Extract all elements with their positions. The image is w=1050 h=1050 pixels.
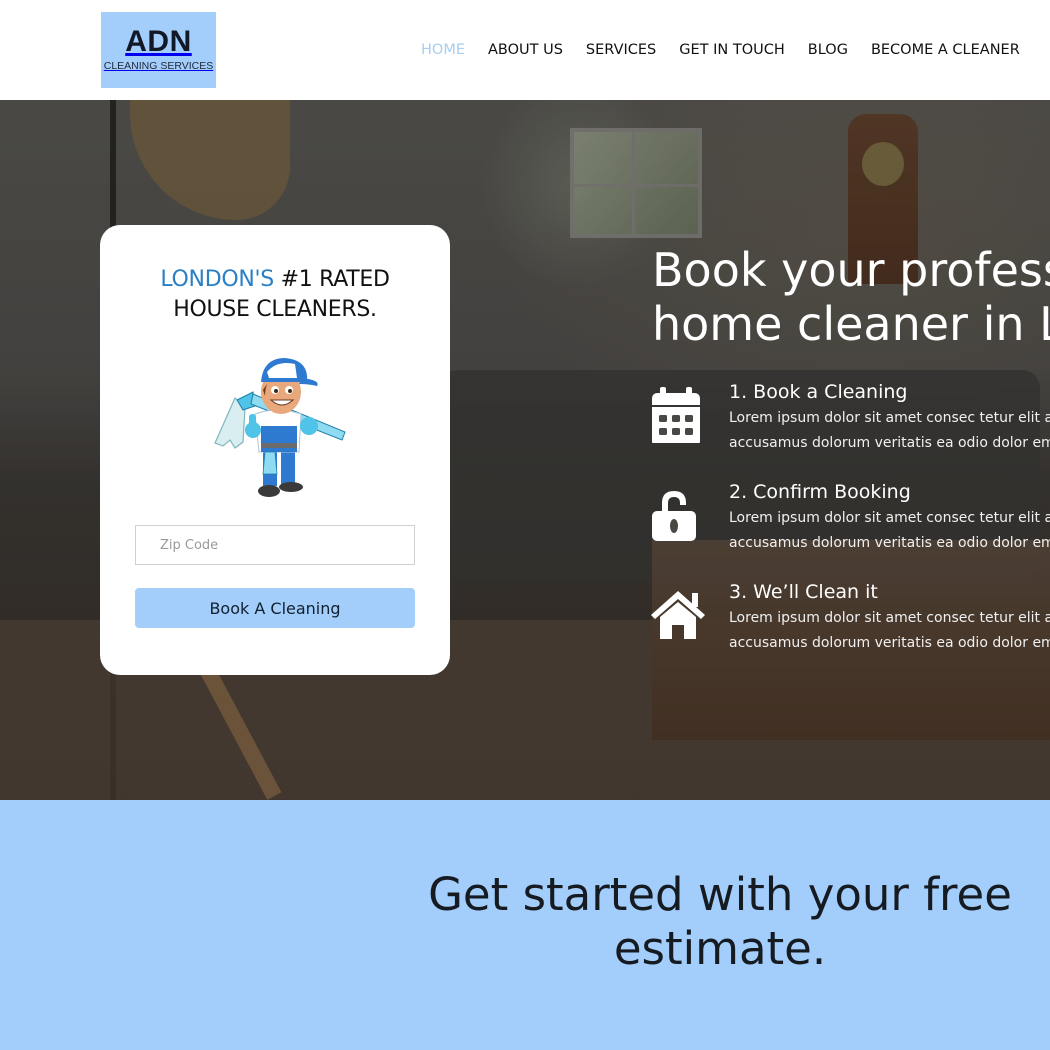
card-title-accent: LONDON'S [160, 267, 274, 292]
hero-heading-line2: home cleaner in London [652, 297, 1050, 351]
nav-item-about-us[interactable]: ABOUT US [488, 40, 563, 60]
free-estimate-heading: Get started with your free estimate. [380, 868, 1050, 976]
hero-heading: Book your professional home cleaner in L… [652, 243, 1050, 351]
step-description-line1: Lorem ipsum dolor sit amet consec tetur … [729, 410, 1050, 426]
nav-item-get-in-touch[interactable]: GET IN TOUCH [679, 40, 785, 60]
step-description: Lorem ipsum dolor sit amet consec tetur … [729, 606, 1050, 656]
book-a-cleaning-button[interactable]: Book A Cleaning [135, 588, 415, 628]
nav-item-home[interactable]: HOME [421, 40, 465, 60]
step-description-line2: accusamus dolorum veritatis ea odio dolo… [729, 435, 1050, 451]
unlock-icon [652, 491, 696, 541]
nav-item-services[interactable]: SERVICES [586, 40, 656, 60]
free-estimate-heading-line2: estimate. [613, 922, 827, 975]
step-item-book: 1. Book a Cleaning Lorem ipsum dolor sit… [650, 379, 1050, 459]
free-estimate-section: Get started with your free estimate. [0, 800, 1050, 1050]
cleaner-mascot-icon [214, 358, 346, 497]
step-description-line2: accusamus dolorum veritatis ea odio dolo… [729, 535, 1050, 551]
step-description-line2: accusamus dolorum veritatis ea odio dolo… [729, 635, 1050, 651]
card-title: LONDON'S #1 RATED HOUSE CLEANERS. [100, 265, 450, 325]
logo-main-text: ADN [125, 25, 192, 58]
nav-item-become-a-cleaner[interactable]: BECOME A CLEANER [871, 40, 1020, 60]
home-icon [651, 591, 705, 639]
logo-sub-text: CLEANING SERVICES [103, 60, 214, 72]
step-title: 1. Book a Cleaning [729, 381, 908, 403]
step-title: 2. Confirm Booking [729, 481, 911, 503]
step-description-line1: Lorem ipsum dolor sit amet consec tetur … [729, 510, 1050, 526]
main-nav: HOME ABOUT US SERVICES GET IN TOUCH BLOG… [421, 40, 1020, 60]
step-description: Lorem ipsum dolor sit amet consec tetur … [729, 406, 1050, 456]
calendar-icon [652, 387, 700, 443]
logo[interactable]: ADN CLEANING SERVICES [101, 12, 216, 88]
step-item-confirm: 2. Confirm Booking Lorem ipsum dolor sit… [650, 479, 1050, 559]
card-title-rest: #1 RATED [273, 267, 390, 292]
nav-item-blog[interactable]: BLOG [808, 40, 848, 60]
step-description: Lorem ipsum dolor sit amet consec tetur … [729, 506, 1050, 556]
free-estimate-heading-line1: Get started with your free [428, 868, 1012, 921]
zip-code-input[interactable] [135, 525, 415, 565]
step-title: 3. We’ll Clean it [729, 581, 878, 603]
hero-section: LONDON'S #1 RATED HOUSE CLEANERS. Zip Co… [0, 100, 1050, 800]
hero-heading-line1: Book your professional [652, 243, 1050, 297]
site-header: ADN CLEANING SERVICES HOME ABOUT US SERV… [0, 0, 1050, 100]
step-description-line1: Lorem ipsum dolor sit amet consec tetur … [729, 610, 1050, 626]
card-title-line2: HOUSE CLEANERS. [173, 297, 377, 322]
booking-card: LONDON'S #1 RATED HOUSE CLEANERS. Zip Co… [100, 225, 450, 675]
step-item-clean: 3. We’ll Clean it Lorem ipsum dolor sit … [650, 579, 1050, 659]
